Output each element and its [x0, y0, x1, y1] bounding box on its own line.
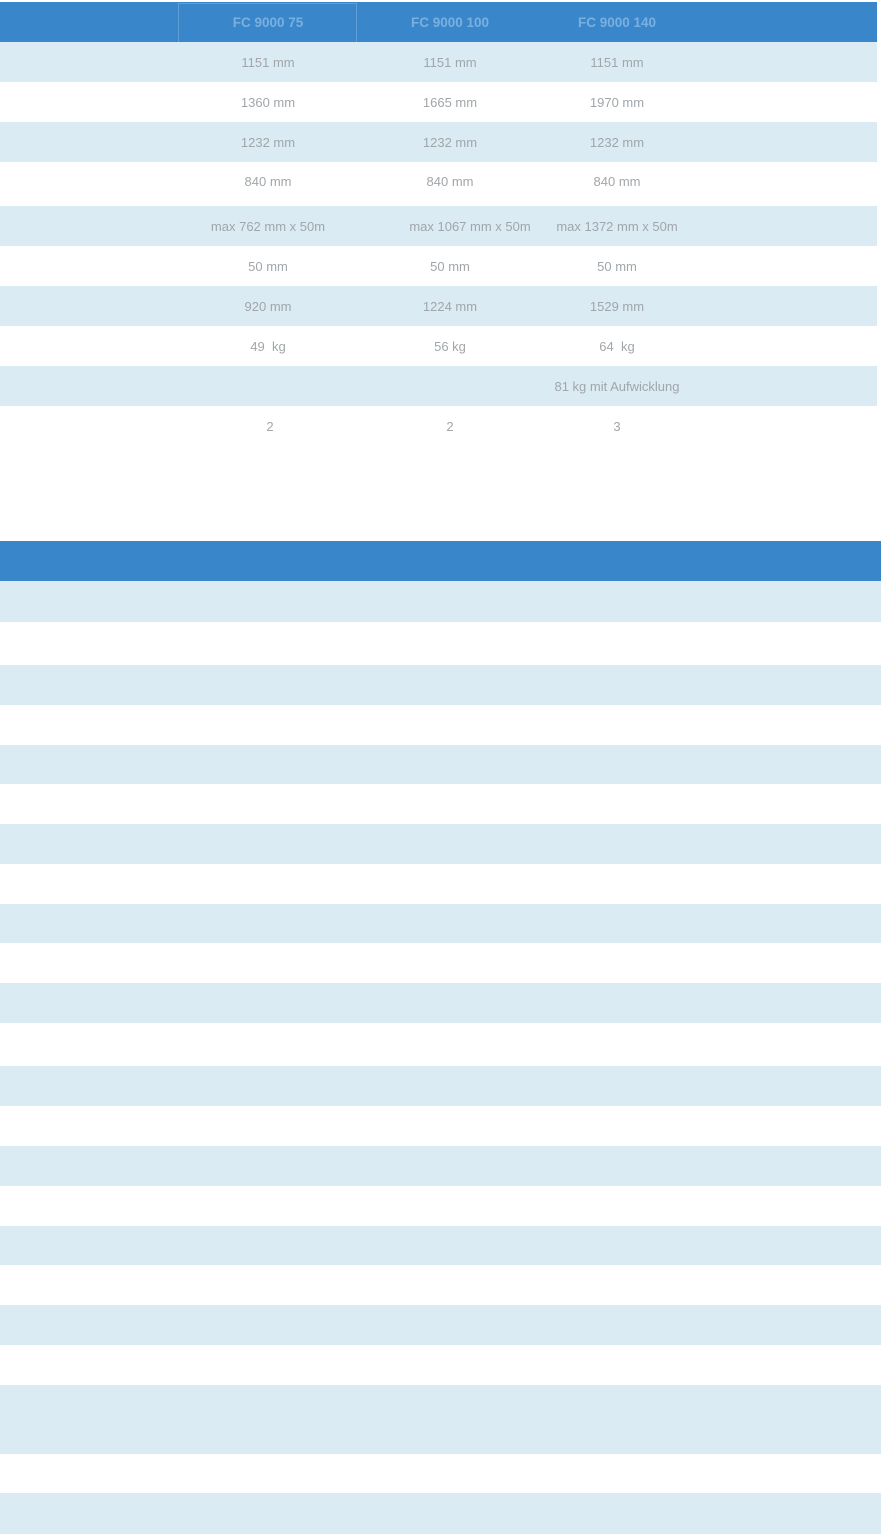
table-row: 50 mm 50 mm 50 mm: [0, 246, 877, 286]
table-row: max 762 mm x 50m max 1067 mm x 50m max 1…: [0, 206, 877, 246]
table-cell: 1665 mm: [422, 94, 478, 110]
column-header-fc-9000-75[interactable]: FC 9000 75: [178, 2, 358, 42]
table-cell: 1151 mm: [423, 54, 477, 70]
table-row: [0, 581, 881, 622]
table-cell: 1232 mm: [240, 134, 296, 150]
table-cell: [380, 366, 520, 406]
table-row: 920 mm 1224 mm 1529 mm: [0, 286, 877, 326]
table-cell: [178, 366, 358, 406]
table-row: [0, 784, 881, 824]
table-row: [0, 622, 881, 665]
table-row: [0, 745, 881, 784]
table-cell: 2: [446, 418, 454, 434]
table-row: 1232 mm 1232 mm 1232 mm: [0, 122, 877, 162]
table-row: [0, 1305, 881, 1345]
table-row: [0, 1066, 881, 1106]
table-row: [0, 1186, 881, 1226]
table-cell: 2: [266, 418, 274, 434]
table-cell: 1529 mm: [589, 298, 645, 314]
table-row: 1151 mm 1151 mm 1151 mm: [0, 42, 877, 82]
table-cell: 840 mm: [426, 173, 474, 189]
table-row: 49 kg 56 kg 64 kg: [0, 326, 877, 366]
table-cell: 920 mm: [244, 298, 292, 314]
table-row: [0, 1345, 881, 1385]
table-cell: 1151 mm: [590, 54, 644, 70]
table-row: [0, 1454, 881, 1493]
table-cell: 81 kg mit Aufwicklung: [554, 378, 680, 394]
table-row: [0, 1385, 881, 1454]
table-row: 840 mm 840 mm 840 mm: [0, 162, 877, 206]
table-row: 1360 mm 1665 mm 1970 mm: [0, 82, 877, 122]
column-header-fc-9000-140[interactable]: FC 9000 140: [537, 2, 697, 42]
table2-header: [0, 541, 881, 581]
table-cell: max 1372 mm x 50m: [556, 218, 678, 234]
table-cell: 50 mm: [430, 258, 470, 274]
table-row: [0, 983, 881, 1023]
table-cell: 840 mm: [593, 173, 641, 189]
table-row: [0, 1146, 881, 1186]
table-row: [0, 1023, 881, 1066]
table-row: [0, 665, 881, 705]
table-row: [0, 705, 881, 745]
table-cell: 1232 mm: [422, 134, 478, 150]
table-cell: 50 mm: [248, 258, 288, 274]
table-cell: 840 mm: [244, 173, 292, 189]
table-cell: 49 kg: [250, 338, 286, 354]
table-cell: 1970 mm: [589, 94, 645, 110]
table-cell: 3: [613, 418, 621, 434]
table-cell: 1151 mm: [241, 54, 295, 70]
table-row: [0, 1493, 881, 1534]
table-cell: 50 mm: [597, 258, 637, 274]
table-cell: 64 kg: [599, 338, 635, 354]
table-cell: 56 kg: [434, 338, 466, 354]
table-cell: max 762 mm x 50m: [210, 218, 326, 234]
table-row: [0, 1226, 881, 1265]
table-row: [0, 1106, 881, 1146]
table-row: [0, 904, 881, 943]
table-row: [0, 864, 881, 904]
table-row: [0, 824, 881, 864]
table-cell: max 1067 mm x 50m: [409, 218, 531, 234]
table-row: 81 kg mit Aufwicklung: [0, 366, 877, 406]
table-row: [0, 1265, 881, 1305]
table-cell: 1232 mm: [589, 134, 645, 150]
table1-header: FC 9000 75 FC 9000 100 FC 9000 140: [0, 2, 877, 44]
table-cell: 1224 mm: [422, 298, 478, 314]
table-row: [0, 943, 881, 983]
table-row: 2 2 3: [0, 406, 877, 446]
column-header-fc-9000-100[interactable]: FC 9000 100: [380, 2, 520, 42]
table-cell: 1360 mm: [240, 94, 296, 110]
